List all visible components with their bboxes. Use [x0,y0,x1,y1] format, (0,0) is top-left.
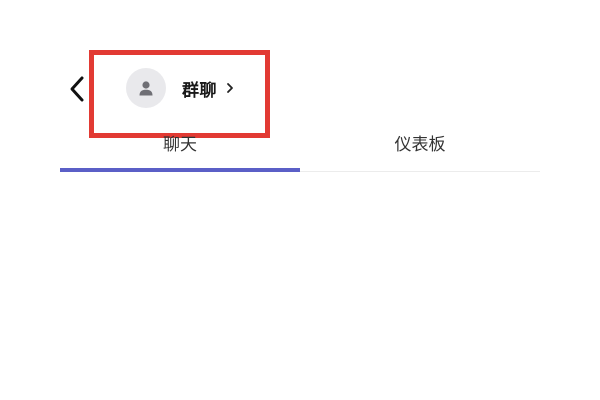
tab-chat-label: 聊天 [163,135,197,155]
avatar [126,68,166,108]
tab-bar: 聊天 仪表板 [60,122,540,172]
content-area [0,175,600,400]
chevron-left-icon [70,76,84,102]
chevron-right-icon [226,82,234,94]
person-icon [139,81,153,96]
tab-chat[interactable]: 聊天 [60,122,300,172]
back-button[interactable] [64,72,90,106]
chat-title: 群聊 [182,80,217,101]
tab-dashboard-label: 仪表板 [394,135,446,155]
chat-header[interactable]: 群聊 [126,68,234,108]
tab-dashboard[interactable]: 仪表板 [300,122,540,172]
